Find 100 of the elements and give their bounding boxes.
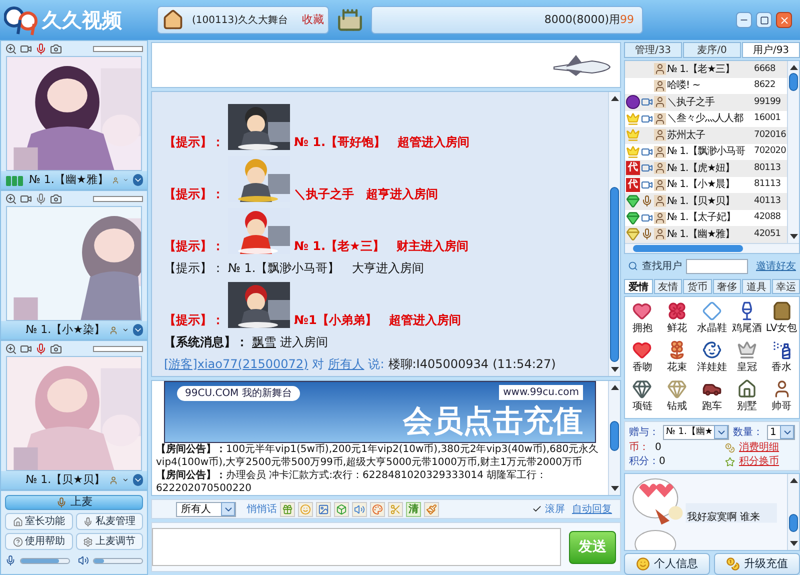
panel-button[interactable]: 使用帮助	[5, 533, 72, 550]
gift-tab[interactable]: 爱情	[624, 279, 652, 294]
scrollbar[interactable]	[608, 92, 620, 376]
tool-button[interactable]	[352, 502, 367, 516]
scroll-up-icon[interactable]	[610, 385, 618, 390]
house-icon[interactable]	[162, 9, 184, 31]
speaker-icon[interactable]	[78, 555, 89, 566]
gift-tab[interactable]: 道具	[742, 279, 770, 294]
scroll-up-icon[interactable]	[790, 478, 798, 484]
scroll-down-icon[interactable]	[790, 541, 798, 546]
tool-button[interactable]	[280, 502, 295, 516]
menu-button[interactable]	[133, 174, 143, 186]
user-row[interactable]: № 1.【太子妃】 42088	[625, 210, 787, 226]
user-row[interactable]: 苏州太子 702016	[625, 127, 787, 144]
user-row[interactable]: ＼叁々少灬人人都 16001	[625, 110, 787, 127]
tool-button[interactable]	[370, 502, 385, 516]
scroll-thumb[interactable]	[610, 187, 619, 362]
clear-button[interactable]: 清	[406, 502, 421, 516]
zoom-in-icon[interactable]	[5, 42, 17, 54]
minimize-button[interactable]	[736, 12, 752, 28]
gift-item[interactable]: 鸡尾酒	[729, 299, 764, 338]
panel-button[interactable]: 私麦管理	[76, 513, 143, 530]
banner[interactable]: 99CU.COM 我的新舞台 www.99cu.com 会员点击充值	[164, 381, 596, 443]
gift-tab[interactable]: 货币	[683, 279, 712, 294]
microphone-icon[interactable]	[35, 192, 47, 204]
zoom-in-icon[interactable]	[5, 192, 17, 204]
gift-item[interactable]: LV女包	[764, 299, 799, 338]
profile-button[interactable]: 个人信息	[624, 553, 710, 575]
gift-item[interactable]: 香水	[764, 338, 799, 378]
scroll-thumb[interactable]	[633, 244, 743, 252]
horizontal-scrollbar[interactable]	[625, 242, 799, 253]
gift-item[interactable]: 项链	[625, 377, 660, 416]
user-row[interactable]: 代 № 1.【小★晨】 81113	[625, 176, 787, 193]
user-link[interactable]: 飘雪	[252, 334, 276, 350]
exchange-link[interactable]: 积分换币	[739, 454, 795, 470]
gift-item[interactable]: 鲜花	[660, 299, 695, 338]
recipient-select[interactable]: № 1.【幽★	[663, 424, 729, 440]
gift-item[interactable]: 帅哥	[764, 377, 799, 416]
user-row[interactable]: ＼执子之手 99199	[625, 94, 787, 110]
scroll-down-icon[interactable]	[610, 367, 618, 372]
snapshot-icon[interactable]	[50, 42, 62, 54]
gift-item[interactable]: 别墅	[729, 377, 764, 416]
camera-icon[interactable]	[20, 192, 32, 204]
quantity-select[interactable]: 1	[767, 424, 795, 440]
target-link[interactable]: 所有人	[328, 356, 364, 372]
sender-link[interactable]: [游客]xiao77(21500072)	[164, 356, 308, 372]
microphone-icon[interactable]	[5, 555, 16, 566]
scroll-up-icon[interactable]	[610, 96, 618, 101]
snapshot-icon[interactable]	[50, 192, 62, 204]
recipient-select[interactable]: 所有人	[176, 502, 236, 516]
scrollbar[interactable]	[787, 474, 799, 550]
user-tab[interactable]: 用户/93	[742, 42, 800, 58]
message-input[interactable]	[152, 528, 561, 566]
user-tab[interactable]: 管理/33	[624, 42, 682, 58]
gift-item[interactable]: 花束	[660, 338, 695, 378]
tool-button[interactable]	[334, 502, 349, 516]
close-button[interactable]	[776, 12, 792, 28]
menu-button[interactable]	[133, 324, 143, 336]
gift-item[interactable]: 香吻	[625, 338, 660, 378]
user-row[interactable]: № 1.【幽★雅】 42051	[625, 226, 787, 242]
gift-item[interactable]: 拥抱	[625, 299, 660, 338]
dropdown-button[interactable]	[780, 425, 794, 440]
search-field[interactable]	[686, 258, 748, 274]
scroll-down-icon[interactable]	[610, 486, 618, 491]
gift-tab[interactable]: 奢侈	[712, 279, 741, 294]
panel-button[interactable]: 上麦调节	[76, 533, 143, 550]
scroll-lock-checkbox[interactable]	[532, 504, 542, 514]
dropdown-button[interactable]	[221, 502, 235, 516]
microphone-icon[interactable]	[35, 342, 47, 354]
auto-reply-link[interactable]: 自动回复	[572, 502, 612, 516]
user-row[interactable]: 哈喽! ~ 8622	[625, 78, 787, 94]
snapshot-icon[interactable]	[50, 342, 62, 354]
scroll-thumb[interactable]	[610, 421, 619, 451]
user-row[interactable]: 代 № 1.【虎★妞】 80113	[625, 160, 787, 176]
volume-slider[interactable]	[20, 558, 70, 564]
user-row[interactable]: № 1.【飘渺小马哥 702020	[625, 144, 787, 160]
whisper-option[interactable]: 悄悄话	[247, 502, 277, 516]
tool-button[interactable]	[316, 502, 331, 516]
profile-button[interactable]: 升级充值	[714, 553, 800, 575]
maximize-button[interactable]	[756, 12, 772, 28]
gift-tab[interactable]: 友情	[654, 279, 682, 294]
favorite-link[interactable]: 收藏	[302, 12, 324, 28]
spending-link[interactable]: 消费明细	[739, 440, 795, 456]
gift-item[interactable]: 皇冠	[729, 338, 764, 378]
camera-icon[interactable]	[20, 42, 32, 54]
gift-item[interactable]: 洋娃娃	[694, 338, 730, 378]
panel-button[interactable]: 室长功能	[5, 513, 72, 530]
mic-button[interactable]: 上麦	[5, 495, 143, 510]
user-tab[interactable]: 麦序/0	[683, 42, 741, 58]
scroll-thumb[interactable]	[789, 73, 798, 91]
scrollbar[interactable]	[608, 381, 620, 495]
gift-item[interactable]: 跑车	[694, 377, 730, 416]
invite-link[interactable]: 邀请好友	[756, 258, 796, 274]
gift-item[interactable]: 水晶鞋	[694, 299, 730, 338]
gift-tab[interactable]: 幸运	[772, 279, 800, 294]
user-row[interactable]: № 1.【贝★贝】 40113	[625, 193, 787, 210]
tool-button[interactable]	[424, 502, 439, 516]
microphone-icon[interactable]	[35, 42, 47, 54]
gift-item[interactable]: 钻戒	[660, 377, 695, 416]
zoom-in-icon[interactable]	[5, 342, 17, 354]
